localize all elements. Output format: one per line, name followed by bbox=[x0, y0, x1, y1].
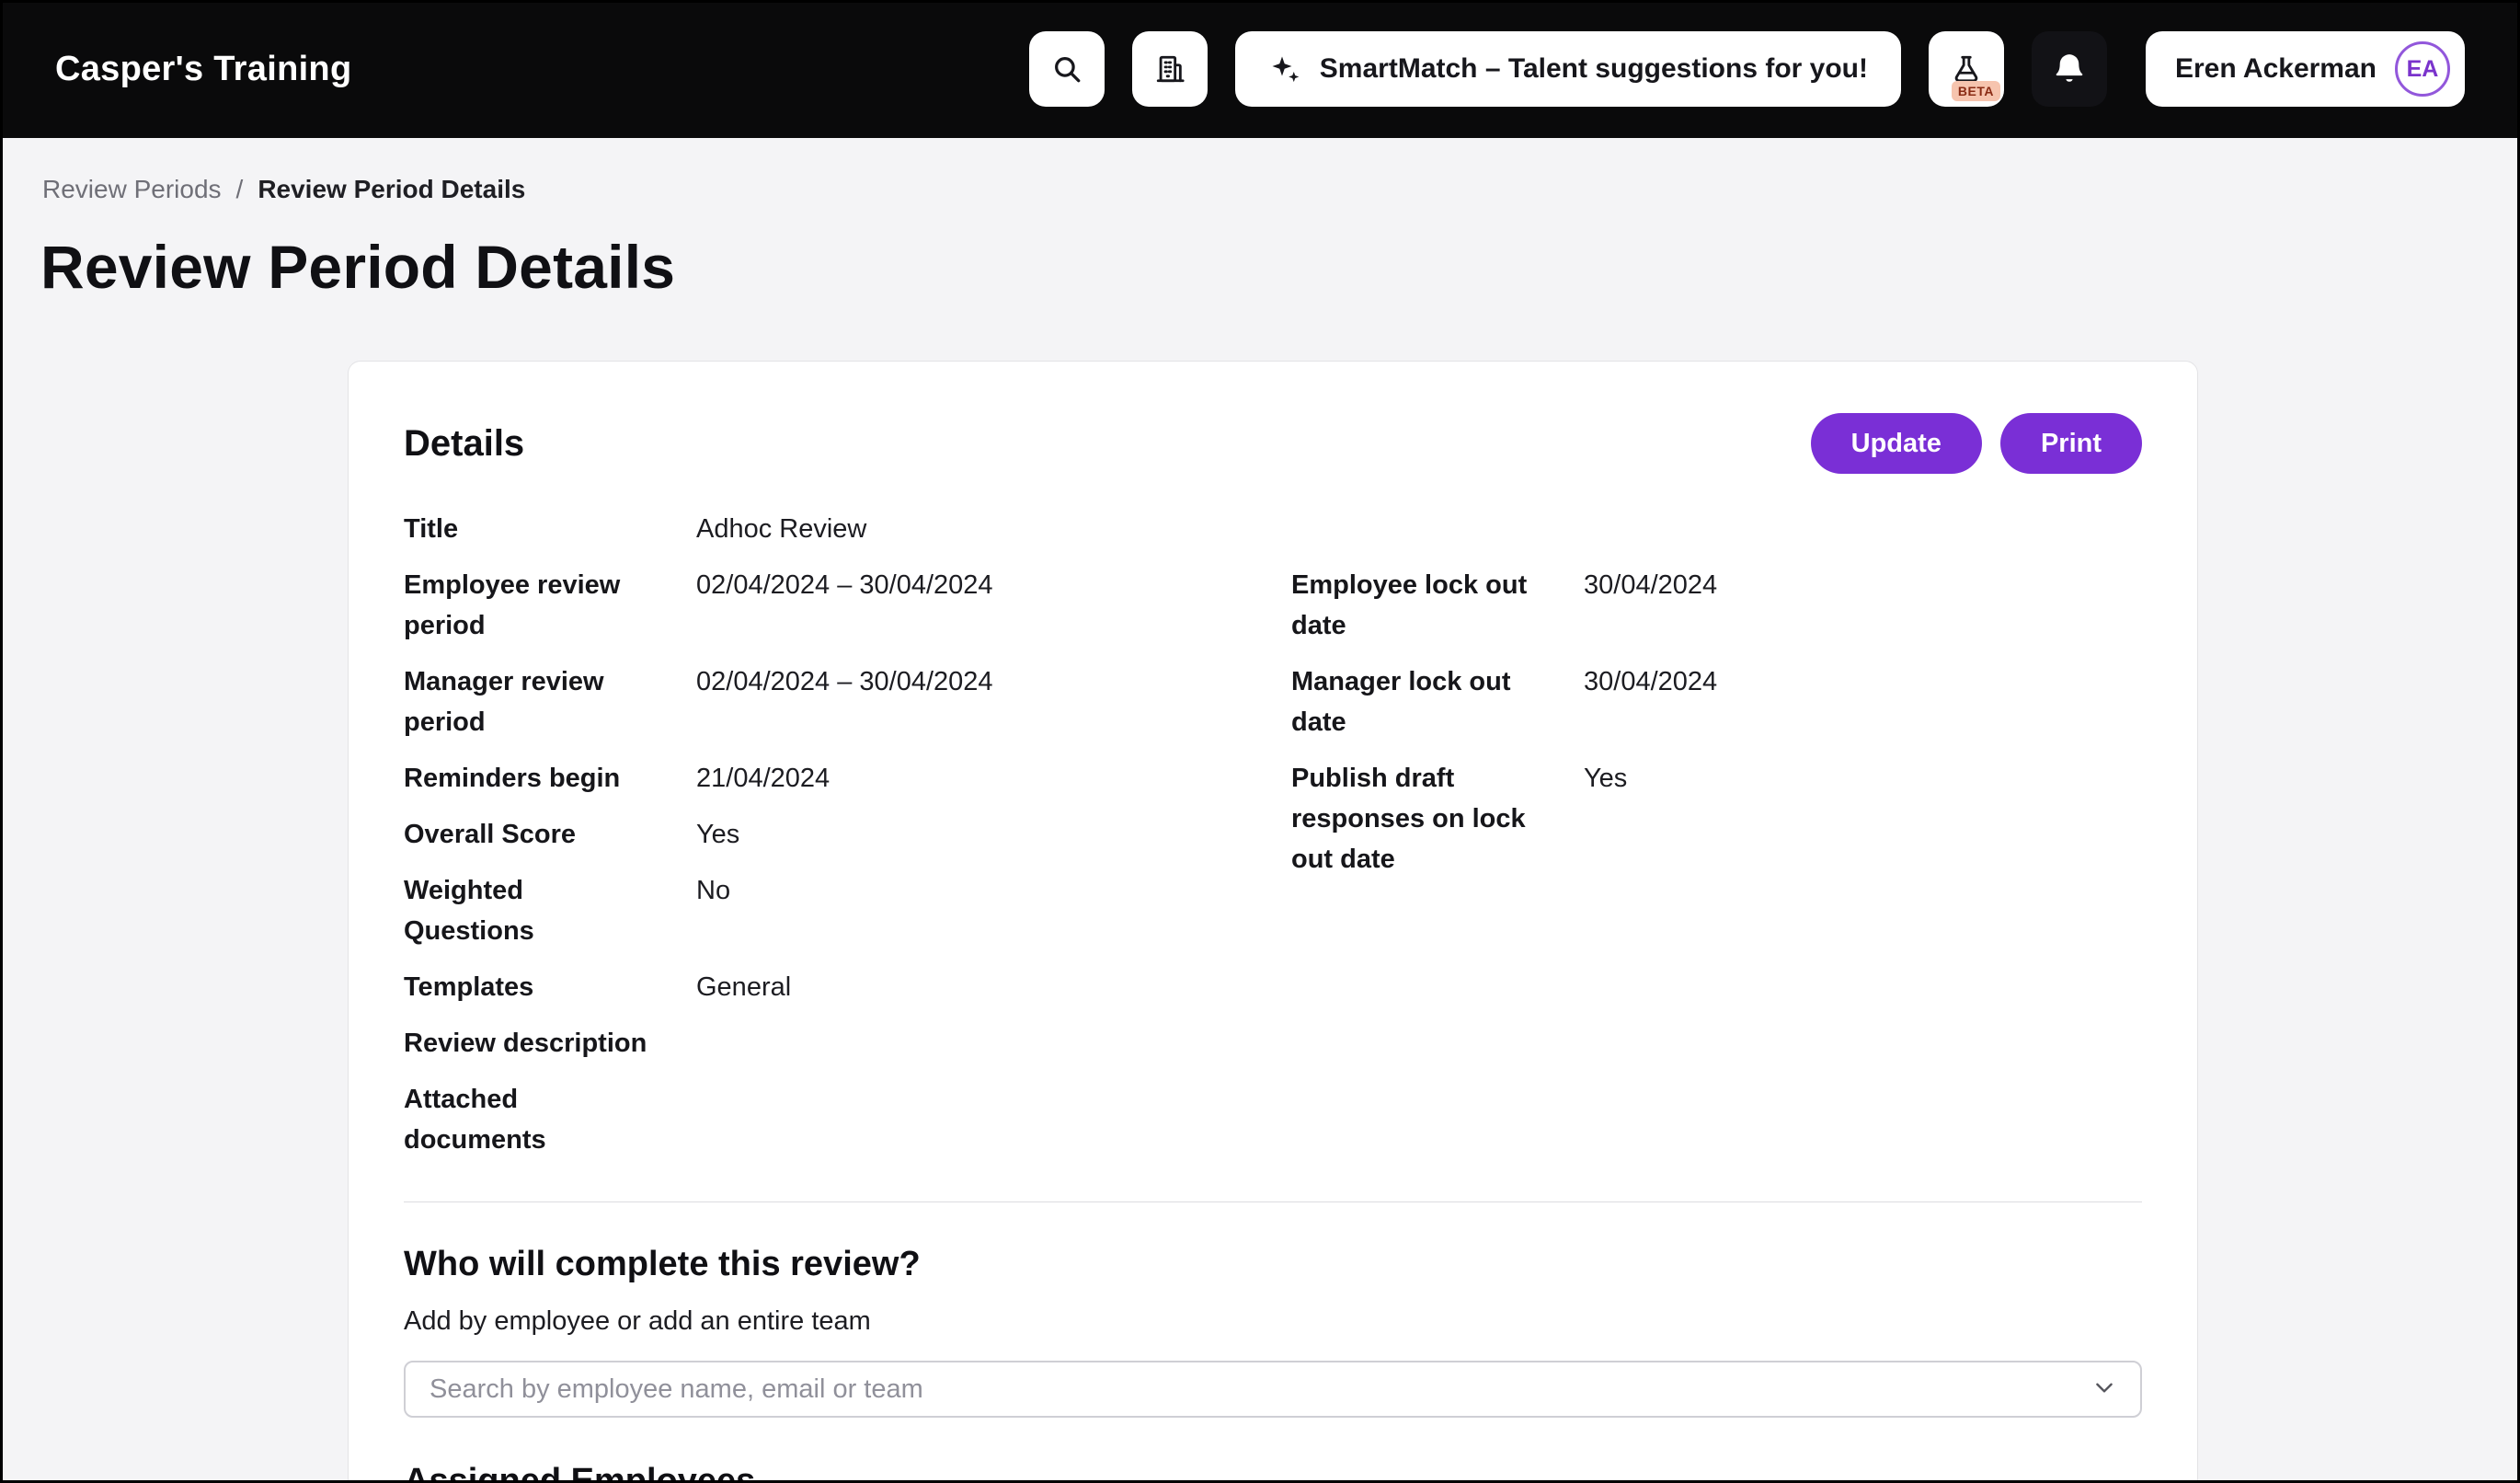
detail-row-employee-review-period: Employee review period 02/04/2024 – 30/0… bbox=[404, 565, 1291, 646]
detail-row-templates: Templates General bbox=[404, 967, 1291, 1007]
breadcrumb-current: Review Period Details bbox=[258, 175, 525, 204]
user-name: Eren Ackerman bbox=[2175, 53, 2377, 85]
employee-team-search-input[interactable] bbox=[430, 1374, 2092, 1405]
update-button[interactable]: Update bbox=[1811, 413, 1982, 474]
review-period-card: Details Update Print Title Adhoc Review … bbox=[348, 361, 2198, 1483]
beta-badge: BETA bbox=[1952, 81, 2000, 101]
search-icon bbox=[1051, 53, 1082, 85]
who-subtitle: Add by employee or add an entire team bbox=[404, 1306, 2142, 1337]
notifications-button[interactable] bbox=[2032, 31, 2107, 107]
building-icon bbox=[1154, 53, 1186, 85]
detail-value: 21/04/2024 bbox=[696, 758, 1291, 799]
detail-row-weighted-questions: Weighted Questions No bbox=[404, 870, 1291, 951]
print-button[interactable]: Print bbox=[2000, 413, 2142, 474]
detail-value: No bbox=[696, 870, 1291, 951]
chevron-down-icon bbox=[2092, 1375, 2116, 1404]
detail-row-title: Title Adhoc Review bbox=[404, 509, 1291, 549]
detail-value: 02/04/2024 – 30/04/2024 bbox=[696, 661, 1291, 742]
user-menu-button[interactable]: Eren Ackerman EA bbox=[2146, 31, 2465, 107]
avatar: EA bbox=[2395, 41, 2450, 97]
detail-label: Templates bbox=[404, 967, 696, 1007]
detail-label: Weighted Questions bbox=[404, 870, 696, 951]
smartmatch-label: SmartMatch – Talent suggestions for you! bbox=[1320, 53, 1868, 85]
detail-label: Reminders begin bbox=[404, 758, 696, 799]
detail-row-reminders-begin: Reminders begin 21/04/2024 bbox=[404, 758, 1291, 799]
app-title: Casper's Training bbox=[55, 50, 351, 89]
company-switcher-button[interactable] bbox=[1132, 31, 1208, 107]
smartmatch-button[interactable]: SmartMatch – Talent suggestions for you! bbox=[1235, 31, 1901, 107]
detail-value bbox=[696, 1023, 1291, 1063]
detail-row-manager-lock-out-date: Manager lock out date 30/04/2024 bbox=[1291, 661, 2142, 742]
detail-value: Adhoc Review bbox=[696, 509, 1291, 549]
detail-label: Review description bbox=[404, 1023, 696, 1063]
detail-row-manager-review-period: Manager review period 02/04/2024 – 30/04… bbox=[404, 661, 1291, 742]
page-title: Review Period Details bbox=[40, 232, 2520, 302]
detail-value: 02/04/2024 – 30/04/2024 bbox=[696, 565, 1291, 646]
detail-label: Manager review period bbox=[404, 661, 696, 742]
detail-value: 30/04/2024 bbox=[1584, 565, 2142, 646]
details-actions: Update Print bbox=[1811, 413, 2142, 474]
section-divider bbox=[404, 1201, 2142, 1202]
details-left-column: Title Adhoc Review Employee review perio… bbox=[404, 509, 1291, 1176]
detail-value: 30/04/2024 bbox=[1584, 661, 2142, 742]
breadcrumb-review-periods[interactable]: Review Periods bbox=[42, 175, 222, 204]
detail-value: Yes bbox=[1584, 758, 2142, 879]
detail-label: Employee lock out date bbox=[1291, 565, 1584, 646]
who-heading: Who will complete this review? bbox=[404, 1245, 2142, 1284]
detail-value: Yes bbox=[696, 814, 1291, 855]
details-header: Details Update Print bbox=[404, 413, 2142, 474]
details-grid: Title Adhoc Review Employee review perio… bbox=[404, 509, 2142, 1176]
search-button[interactable] bbox=[1029, 31, 1105, 107]
detail-row-employee-lock-out-date: Employee lock out date 30/04/2024 bbox=[1291, 565, 2142, 646]
details-right-column: Employee lock out date 30/04/2024 Manage… bbox=[1291, 565, 2142, 1176]
sparkle-icon bbox=[1268, 52, 1301, 86]
detail-value bbox=[696, 1079, 1291, 1160]
detail-label: Overall Score bbox=[404, 814, 696, 855]
detail-row-publish-draft-responses: Publish draft responses on lock out date… bbox=[1291, 758, 2142, 879]
assigned-employees-heading: Assigned Employees bbox=[404, 1462, 2142, 1483]
detail-row-attached-documents: Attached documents bbox=[404, 1079, 1291, 1160]
detail-label: Publish draft responses on lock out date bbox=[1291, 758, 1584, 879]
beta-labs-button[interactable]: BETA bbox=[1929, 31, 2004, 107]
breadcrumb: Review Periods / Review Period Details bbox=[0, 138, 2520, 204]
detail-value: General bbox=[696, 967, 1291, 1007]
flask-icon bbox=[1951, 53, 1982, 85]
detail-row-overall-score: Overall Score Yes bbox=[404, 814, 1291, 855]
bell-icon bbox=[2052, 52, 2087, 86]
detail-label: Manager lock out date bbox=[1291, 661, 1584, 742]
detail-row-review-description: Review description bbox=[404, 1023, 1291, 1063]
details-heading: Details bbox=[404, 423, 524, 465]
detail-label: Employee review period bbox=[404, 565, 696, 646]
detail-label: Attached documents bbox=[404, 1079, 696, 1160]
employee-team-search-select[interactable] bbox=[404, 1361, 2142, 1418]
detail-label: Title bbox=[404, 509, 696, 549]
breadcrumb-separator: / bbox=[236, 175, 244, 204]
top-bar: Casper's Training bbox=[0, 0, 2520, 138]
top-bar-actions: SmartMatch – Talent suggestions for you!… bbox=[1029, 31, 2465, 107]
